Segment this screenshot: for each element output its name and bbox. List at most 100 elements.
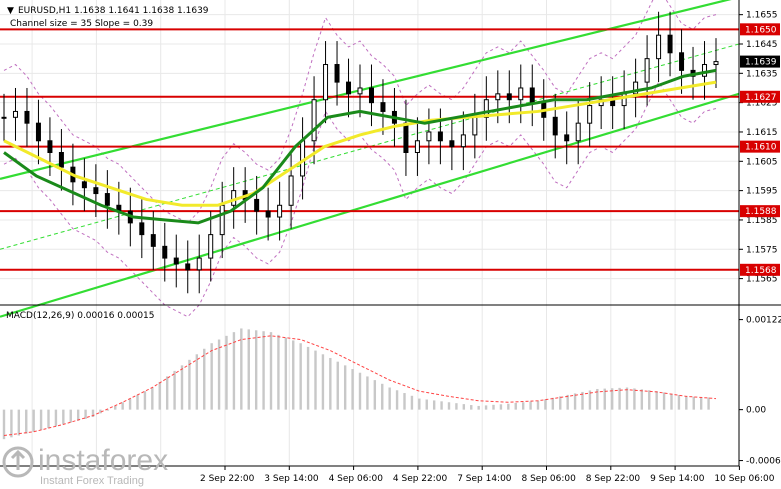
macd-histogram-bar: [707, 397, 710, 410]
time-label: 7 Sep 14:00: [457, 474, 512, 484]
candle-body: [460, 134, 466, 148]
macd-histogram-bar: [225, 335, 228, 410]
macd-histogram-bar: [381, 383, 384, 410]
macd-histogram-bar: [254, 330, 258, 410]
candle-body: [311, 99, 317, 142]
candle-body: [162, 245, 168, 259]
macd-histogram-bar: [655, 391, 658, 410]
macd-histogram-bar: [10, 409, 13, 438]
macd-histogram-bar: [240, 328, 243, 410]
candle-body: [426, 131, 432, 142]
macd-histogram-bar: [492, 404, 495, 410]
channel-line: Channel size = 35 Slope = 0.39: [10, 19, 153, 29]
candle-body: [93, 187, 99, 195]
macd-histogram-bar: [39, 409, 43, 430]
macd-histogram-bar: [425, 399, 428, 410]
macd-histogram-bar: [299, 343, 302, 410]
price-tick-label: 1.1635: [746, 69, 778, 79]
macd-histogram-bar: [507, 403, 510, 410]
macd-histogram-bar: [151, 387, 154, 410]
macd-histogram-bar: [329, 357, 332, 410]
macd-histogram-bar: [76, 409, 80, 421]
macd-label: MACD(12,26,9) 0.00016 0.00015: [6, 311, 155, 321]
instaforex-logo-icon: [2, 446, 34, 478]
macd-histogram-bar: [499, 404, 503, 410]
macd-histogram-bar: [573, 393, 577, 410]
macd-pane: [2, 328, 717, 440]
level-label: 1.1627: [745, 93, 777, 103]
macd-histogram-bar: [69, 409, 72, 423]
macd-histogram-bar: [692, 396, 695, 410]
candle-body: [173, 257, 179, 265]
macd-histogram-bar: [277, 334, 280, 410]
price-tick-label: 1.1575: [746, 245, 778, 255]
watermark-tagline: Instant Forex Trading: [40, 475, 144, 487]
channel-lower-line: [0, 92, 740, 318]
macd-histogram-bar: [321, 354, 325, 410]
candle-body: [667, 34, 673, 54]
macd-histogram-bar: [640, 389, 644, 410]
macd-histogram-bar: [618, 387, 621, 410]
macd-histogram-bar: [292, 340, 295, 410]
candle-body: [81, 181, 87, 189]
macd-histogram-bar: [210, 343, 213, 410]
candle-body: [139, 222, 145, 236]
macd-histogram-bar: [17, 409, 21, 436]
macd-histogram-bar: [54, 409, 58, 427]
candle-body: [254, 198, 260, 212]
level-label: 1.1650: [745, 25, 777, 35]
header-triangle-icon: ▼: [7, 6, 14, 16]
candle-body: [12, 110, 18, 118]
macd-histogram-bar: [536, 400, 540, 410]
macd-histogram-bar: [314, 350, 317, 410]
macd-histogram-bar: [462, 404, 466, 410]
candle-body: [277, 204, 283, 218]
macd-histogram-bar: [484, 405, 488, 410]
candle-body: [644, 58, 650, 83]
macd-histogram-bar: [306, 346, 310, 410]
macd-tick-label: 0.00122: [746, 316, 781, 326]
time-label: 8 Sep 06:00: [522, 474, 577, 484]
macd-histogram-bar: [336, 361, 339, 410]
level-label: 1.1588: [745, 207, 777, 217]
candle-body: [196, 257, 202, 271]
macd-histogram-bar: [121, 402, 124, 410]
macd-histogram-bar: [559, 396, 562, 410]
macd-histogram-bar: [262, 331, 265, 410]
macd-histogram-bar: [670, 393, 673, 410]
candle-body: [323, 64, 329, 101]
macd-histogram-bar: [247, 329, 250, 410]
macd-histogram-bar: [136, 394, 139, 410]
macd-histogram-bar: [173, 370, 176, 410]
candle-body: [1, 116, 7, 119]
macd-histogram-bar: [165, 376, 169, 410]
macd-histogram-bar: [677, 395, 681, 410]
macd-histogram-bar: [2, 409, 6, 440]
candle-body: [334, 64, 340, 83]
macd-histogram-bar: [143, 391, 147, 410]
macd-histogram-bar: [432, 400, 436, 410]
candle-body: [47, 140, 53, 153]
price-tick-label: 1.1565: [746, 275, 778, 285]
macd-histogram-bar: [284, 337, 288, 410]
macd-histogram-bar: [195, 354, 199, 410]
macd-histogram-bar: [158, 381, 161, 410]
macd-histogram-bar: [180, 365, 184, 410]
macd-tick-label: -0.00069: [746, 457, 781, 467]
macd-histogram-bar: [648, 390, 651, 410]
candle-body: [265, 210, 271, 218]
candle-body: [219, 204, 225, 236]
chart-canvas: 1.16551.16451.16351.16251.16151.16051.15…: [0, 0, 781, 487]
price-tick-label: 1.1595: [746, 187, 778, 197]
macd-histogram-bar: [470, 405, 473, 410]
candle-body: [357, 87, 363, 95]
macd-histogram-bar: [62, 409, 65, 425]
candle-body: [564, 134, 570, 142]
macd-histogram-bar: [25, 409, 28, 434]
watermark-brand: instaforex: [38, 444, 168, 477]
candle-body: [368, 87, 374, 104]
candle-body: [35, 122, 41, 142]
macd-histogram-bar: [366, 376, 369, 410]
level-label: 1.1639: [745, 58, 777, 68]
candle-body: [472, 116, 478, 136]
